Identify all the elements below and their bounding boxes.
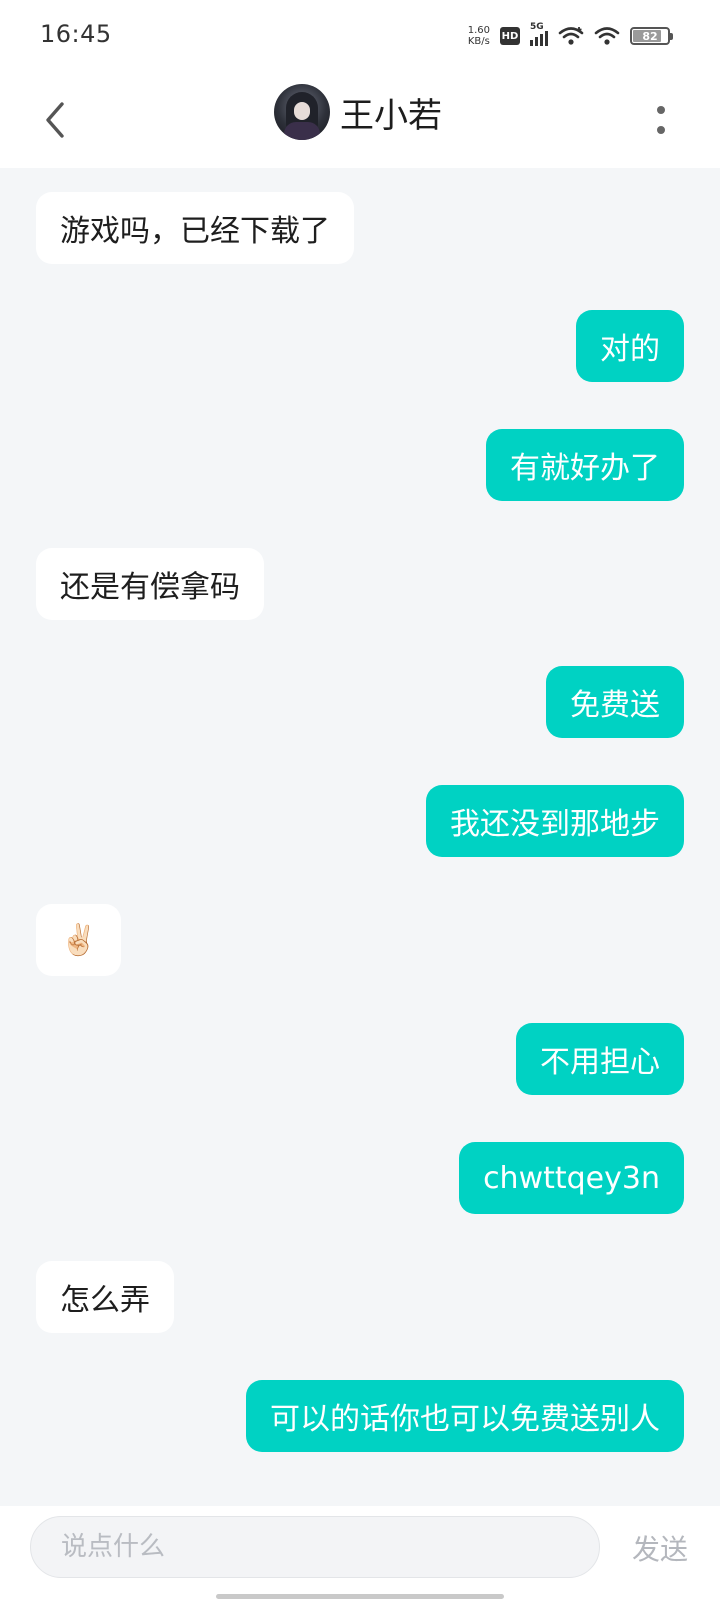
send-button[interactable]: 发送 bbox=[632, 1528, 688, 1568]
wifi-icon bbox=[594, 27, 620, 45]
avatar[interactable] bbox=[274, 84, 330, 140]
cellular-signal-icon: 5G bbox=[530, 22, 548, 46]
status-time: 16:45 bbox=[40, 20, 112, 48]
chevron-left-icon bbox=[46, 102, 64, 138]
more-options-button[interactable] bbox=[646, 92, 676, 148]
contact-name: 王小若 bbox=[340, 95, 442, 136]
network-type-label: 5G bbox=[530, 22, 544, 32]
hd-icon: HD bbox=[500, 27, 520, 45]
message-received[interactable]: 还是有偿拿码 bbox=[36, 548, 264, 620]
network-speed-value: 1.60 bbox=[467, 25, 490, 36]
more-vertical-icon bbox=[657, 106, 665, 114]
network-speed: 1.60 KB/s bbox=[468, 25, 490, 47]
contact-info[interactable]: 王小若 bbox=[274, 84, 442, 140]
battery-icon: 82 bbox=[630, 27, 673, 45]
battery-level: 82 bbox=[642, 29, 658, 43]
message-received-emoji[interactable]: ✌🏻 bbox=[36, 904, 122, 976]
message-sent[interactable]: 不用担心 bbox=[516, 1023, 684, 1095]
back-button[interactable] bbox=[30, 90, 78, 150]
status-bar: 16:45 1.60 KB/s HD 5G 82 bbox=[0, 0, 720, 72]
chat-header: 王小若 bbox=[0, 72, 720, 168]
network-speed-unit: KB/s bbox=[467, 36, 490, 47]
message-sent[interactable]: chwttqey3n bbox=[459, 1142, 684, 1214]
message-sent[interactable]: 免费送 bbox=[546, 666, 684, 738]
status-icons: 1.60 KB/s HD 5G 82 bbox=[468, 22, 673, 50]
message-list[interactable]: 游戏吗，已经下载了 对的 有就好办了 还是有偿拿码 免费送 我还没到那地步 ✌🏻… bbox=[0, 168, 720, 1506]
message-received[interactable]: 怎么弄 bbox=[36, 1261, 174, 1333]
message-input[interactable] bbox=[30, 1516, 600, 1578]
home-indicator[interactable] bbox=[216, 1594, 504, 1599]
wifi-calling-icon bbox=[558, 27, 584, 45]
message-sent[interactable]: 对的 bbox=[576, 310, 684, 382]
message-sent[interactable]: 可以的话你也可以免费送别人 bbox=[246, 1380, 684, 1452]
message-sent[interactable]: 有就好办了 bbox=[486, 429, 684, 501]
message-received[interactable]: 游戏吗，已经下载了 bbox=[36, 192, 354, 264]
message-sent[interactable]: 我还没到那地步 bbox=[426, 785, 684, 857]
compose-bar: 发送 bbox=[0, 1506, 720, 1600]
